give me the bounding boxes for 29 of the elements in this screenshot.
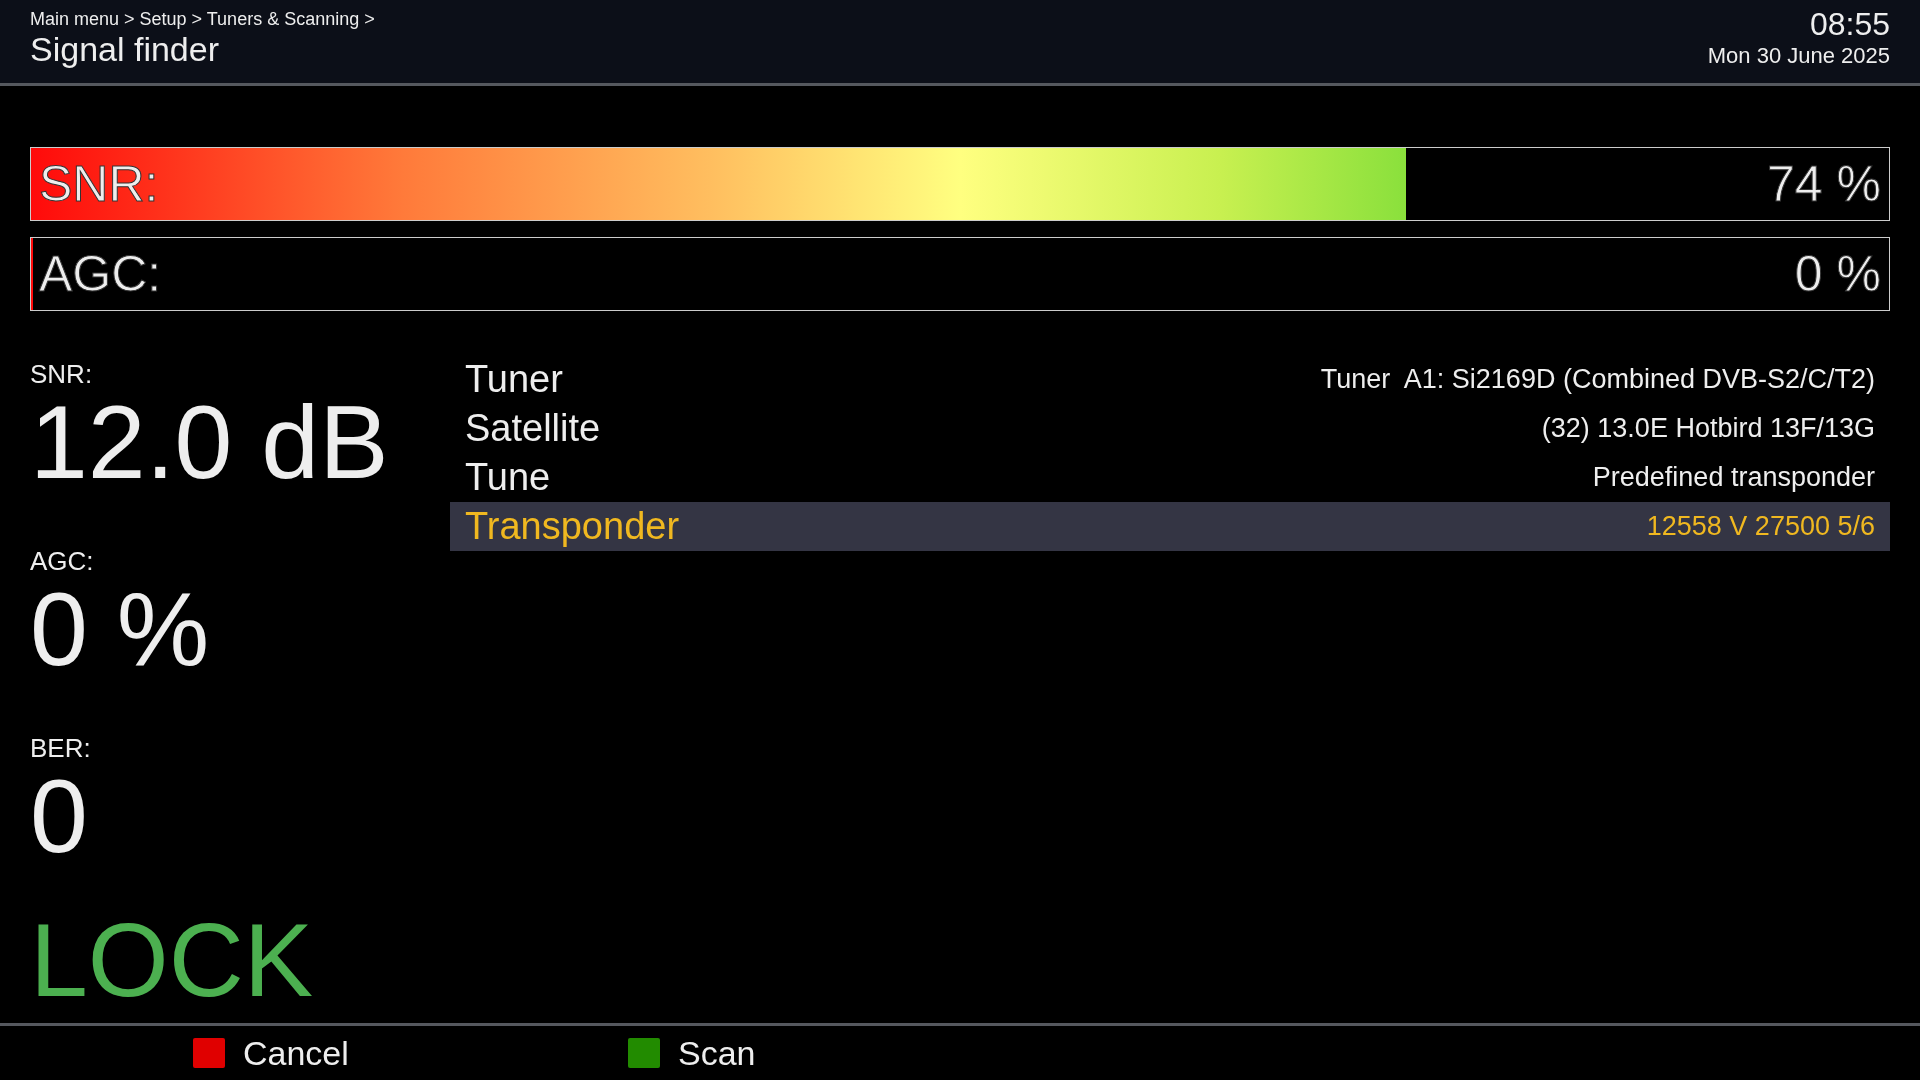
setting-row[interactable]: Tune Predefined transponder — [450, 453, 1890, 502]
reading-value: 0 — [30, 764, 88, 868]
setting-label: Satellite — [465, 407, 601, 450]
setting-value: Tuner A1: Si2169D (Combined DVB-S2/C/T2) — [1320, 364, 1875, 395]
key-label[interactable]: Scan — [678, 1033, 756, 1073]
key-label[interactable]: Cancel — [243, 1033, 349, 1073]
setting-row[interactable]: Transponder 12558 V 27500 5/6 — [450, 502, 1890, 551]
reading-value: 12.0 dB — [30, 390, 389, 494]
setting-value: 12558 V 27500 5/6 — [1646, 511, 1875, 542]
reading-label: BER: — [30, 733, 92, 764]
setting-label: Tune — [465, 456, 551, 499]
setting-value: Predefined transponder — [1592, 462, 1875, 493]
reading-label: SNR: — [30, 359, 94, 390]
setting-row[interactable]: Satellite (32) 13.0E Hotbird 13F/13G — [450, 404, 1890, 453]
setting-value: (32) 13.0E Hotbird 13F/13G — [1541, 413, 1875, 444]
reading-label: AGC: — [30, 546, 95, 577]
meter-label: AGC: — [39, 245, 162, 303]
screen-title: Signal finder — [30, 30, 220, 69]
meter-label: SNR: — [39, 155, 159, 213]
meter-percent: 74 % — [1767, 155, 1881, 213]
breadcrumb: Main menu > Setup > Tuners & Scanning > — [30, 9, 375, 30]
clock-time: 08:55 — [1809, 6, 1890, 43]
reading-value: 0 % — [30, 577, 210, 681]
setting-label: Tuner — [465, 358, 563, 401]
lock-status: LOCK — [30, 908, 314, 1012]
setting-row[interactable]: Tuner Tuner A1: Si2169D (Combined DVB-S2/C/T2) — [450, 355, 1890, 404]
date-text: Mon 30 June 2025 — [1707, 43, 1890, 69]
setting-label: Transponder — [465, 505, 680, 548]
meter-percent: 0 % — [1794, 245, 1881, 303]
